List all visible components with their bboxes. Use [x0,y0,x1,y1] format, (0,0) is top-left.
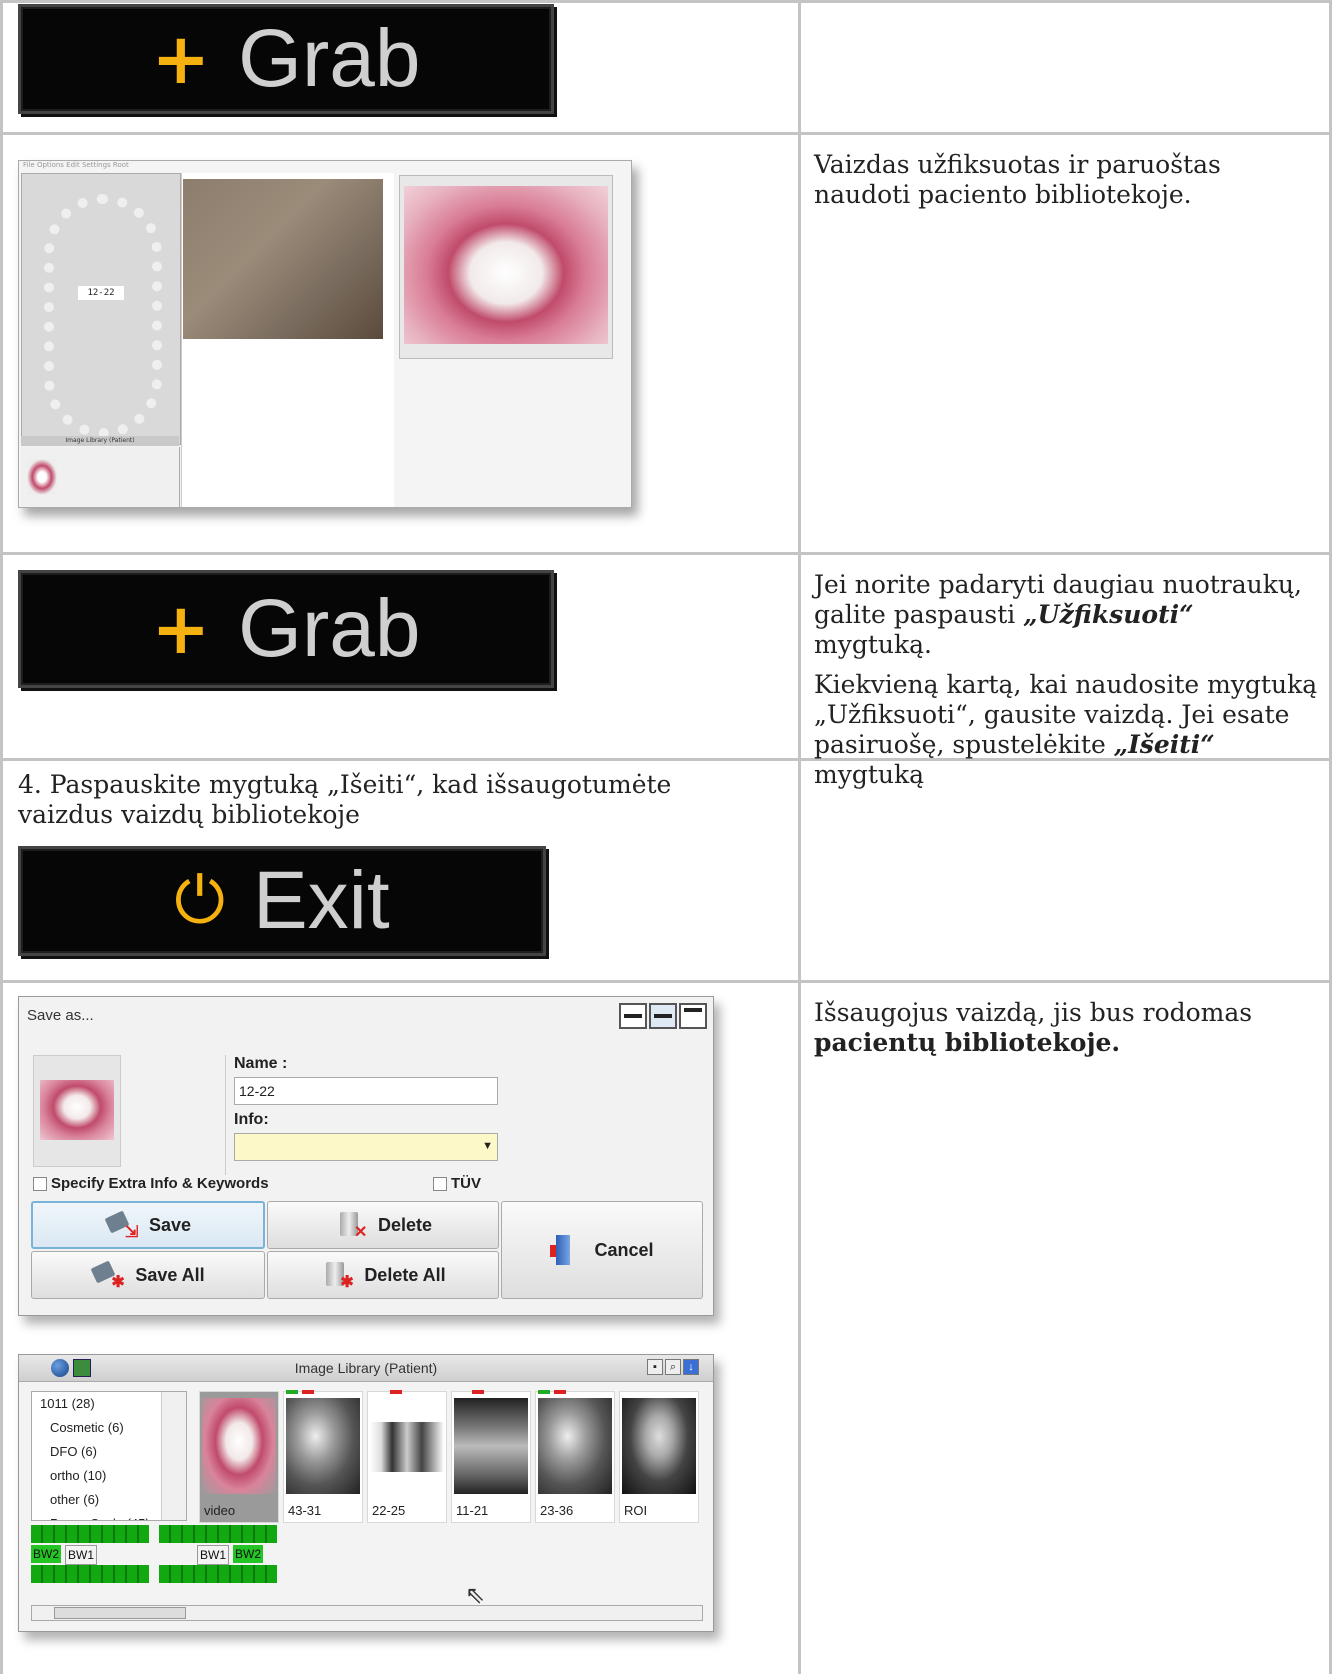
document-table: + Grab File Options Edit Settings Root 1… [0,0,1332,1674]
library-area [21,447,180,507]
power-icon: ⏻ [174,864,225,938]
save-all-button[interactable]: ✱ Save All [31,1251,265,1299]
dialog-title: Save as... [27,1007,94,1024]
tooth-label: 12-22 [78,286,124,300]
row5-description: Išsaugojus vaizdą, jis bus rodomas pacie… [814,998,1253,1057]
info-select[interactable]: ▼ [234,1133,498,1161]
capture-screenshot: File Options Edit Settings Root 12-22 Im… [18,160,632,508]
library-title: Image Library (Patient) [294,1360,438,1376]
bitewing-label[interactable]: BW2 [233,1545,264,1563]
info-label: Info: [234,1111,269,1128]
bitewing-label[interactable]: BW1 [197,1545,230,1565]
row3-description: Jei norite padaryti daugiau nuotraukų, g… [814,570,1319,800]
library-titlebar: Image Library (Patient) ▪ ⌕ ↓ [19,1355,713,1382]
grab-again-paragraph: Jei norite padaryti daugiau nuotraukų, g… [814,570,1302,659]
capture-description: Vaizdas užfiksuotas ir paruoštas naudoti… [814,150,1221,209]
arrow-down-icon[interactable]: ↓ [683,1359,699,1375]
plus-icon: + [151,18,211,100]
tooth-grid[interactable] [31,1565,149,1583]
grab-button[interactable]: + Grab [18,570,554,688]
zoom-icon[interactable]: ⌕ [665,1359,681,1375]
column-divider [798,0,801,1674]
thumbnail[interactable]: 22-25 [367,1390,447,1523]
menu-bar: File Options Edit Settings Root [23,161,129,169]
save-all-icon: ✱ [90,1260,125,1291]
thumbnail[interactable]: 43-31 [283,1390,363,1523]
library-thumbnail[interactable] [27,459,57,495]
category-tree: 1011 (28) Cosmetic (6) DFO (6) ortho (10… [31,1391,187,1521]
grab-button-label: Grab [238,13,421,104]
maximize-button[interactable] [679,1003,707,1029]
trash-icon[interactable]: ▪ [647,1359,663,1375]
exit-button[interactable]: ⏻ Exit [18,846,546,956]
image-preview [33,1055,121,1167]
exit-instruction-paragraph: Kiekvieną kartą, kai naudosite mygtuką „… [814,670,1318,789]
restore-button[interactable] [649,1003,677,1029]
extra-info-checkbox[interactable]: Specify Extra Info & Keywords [33,1175,269,1192]
bitewing-label[interactable]: BW2 [31,1545,62,1563]
cancel-button[interactable]: Cancel [501,1201,703,1299]
trash-icon: ✕ [334,1210,368,1241]
tooth-grid[interactable] [159,1525,277,1543]
row-divider [0,132,1332,135]
trash-all-icon: ✱ [320,1260,354,1291]
library-toolbar: ▪ ⌕ ↓ [647,1359,699,1375]
horizontal-scrollbar[interactable] [31,1605,703,1621]
plus-icon: + [151,588,211,670]
tooth-chart [44,194,162,438]
name-label: Name : [234,1055,288,1072]
column-divider [0,0,3,1674]
grab-button[interactable]: + Grab [18,4,554,114]
image-library-panel: Image Library (Patient) ▪ ⌕ ↓ 1011 (28) … [18,1354,714,1632]
live-camera-image [183,179,383,339]
delete-all-button[interactable]: ✱ Delete All [267,1251,499,1299]
name-field[interactable]: 12-22 [234,1077,498,1105]
row2-description: Vaizdas užfiksuotas ir paruoštas naudoti… [814,150,1314,220]
save-disk-icon: ⇲ [104,1210,139,1241]
minimize-button[interactable] [619,1003,647,1029]
dialog-fields: Name : 12-22 Info: ▼ [225,1055,512,1175]
tooth-grid[interactable] [159,1565,277,1583]
bitewing-label[interactable]: BW1 [65,1545,98,1565]
tree-scrollbar[interactable] [161,1392,186,1520]
dropdown-arrow-icon: ▼ [482,1140,493,1152]
exit-door-icon [550,1235,584,1265]
step-4-text: 4. Paspauskite mygtuką „Išeiti“, kad išs… [18,770,672,829]
thumbnail[interactable]: 23-36 [535,1390,615,1523]
thumbnail[interactable]: ROI [619,1391,699,1523]
library-header: Image Library (Patient) [21,436,179,446]
thumbnail[interactable]: video [199,1391,279,1523]
row-divider [0,980,1332,983]
save-button[interactable]: ⇲ Save [31,1201,265,1249]
row-divider [0,552,1332,555]
thumbnail[interactable]: 11-21 [451,1390,531,1523]
exit-button-label: Exit [252,855,390,946]
row-divider [0,0,1332,3]
captured-mouth-image [404,186,608,344]
tooth-grid[interactable] [31,1525,149,1543]
tooth-chart-panel: 12-22 [21,173,181,445]
tuv-checkbox[interactable]: TÜV [433,1175,481,1192]
delete-button[interactable]: ✕ Delete [267,1201,499,1249]
save-as-dialog: Save as... Name : 12-22 Info: ▼ Specify … [18,996,714,1316]
captured-image-frame [399,175,613,359]
window-controls [619,1003,707,1029]
grab-button-label: Grab [238,583,421,674]
